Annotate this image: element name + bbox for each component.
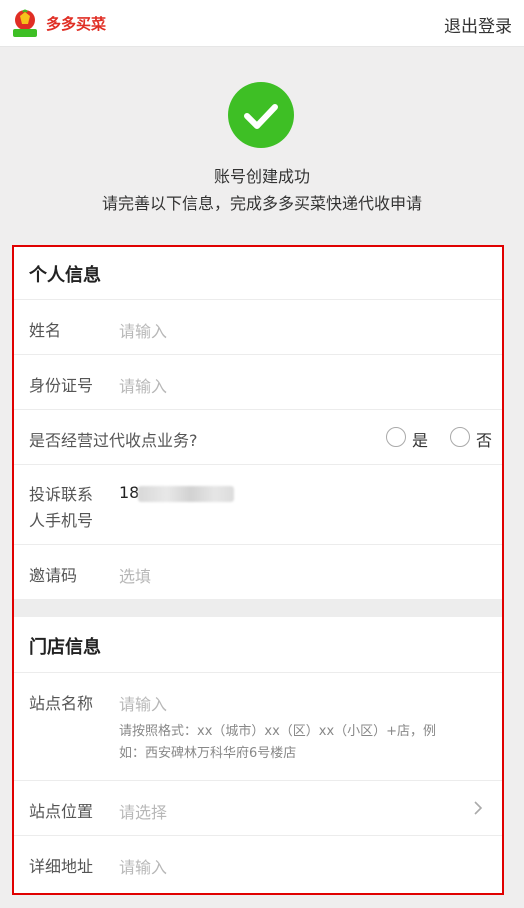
id-number-input[interactable]: 请输入: [119, 373, 167, 397]
divider: [14, 464, 502, 465]
site-name-hint-line2: 如：西安碑林万科华府6号楼店: [119, 746, 297, 761]
address-label: 详细地址: [29, 857, 94, 876]
invite-code-label: 邀请码: [29, 566, 78, 585]
personal-section-title: 个人信息: [29, 265, 101, 286]
success-check-icon: [228, 82, 294, 148]
site-location-select[interactable]: 请选择: [119, 799, 167, 823]
app-logo: 多多买菜: [10, 8, 106, 38]
site-name-hint: 请按照格式：xx（城市）xx（区）xx（小区）+店，例 如：西安碑林万科华府6号…: [119, 721, 491, 765]
top-bar: 多多买菜 退出登录: [0, 0, 524, 47]
complaint-phone-label-line1: 投诉联系: [29, 485, 94, 504]
agency-yes-radio[interactable]: [386, 427, 406, 447]
agency-question-label: 是否经营过代收点业务?: [29, 431, 198, 450]
agency-no-label[interactable]: 否: [476, 427, 492, 451]
chevron-right-icon[interactable]: [472, 800, 484, 816]
logo-text: 多多买菜: [46, 14, 107, 33]
success-title: 账号创建成功: [213, 167, 310, 186]
invite-code-input[interactable]: 选填: [119, 563, 151, 587]
logo-icon: [13, 9, 37, 37]
divider: [14, 354, 502, 355]
site-location-label: 站点位置: [29, 802, 94, 821]
name-input[interactable]: 请输入: [119, 318, 167, 342]
divider: [14, 835, 502, 836]
logout-button[interactable]: 退出登录: [444, 12, 512, 37]
divider: [14, 299, 502, 300]
complaint-phone-input[interactable]: 18: [119, 483, 139, 502]
section-separator: [14, 599, 502, 617]
application-form: 个人信息 姓名 请输入 身份证号 请输入 是否经营过代收点业务? 是 否 投诉联…: [12, 245, 504, 895]
id-number-label: 身份证号: [29, 376, 94, 395]
name-label: 姓名: [29, 321, 62, 340]
agency-no-radio[interactable]: [450, 427, 470, 447]
agency-yes-label[interactable]: 是: [412, 427, 428, 451]
divider: [14, 780, 502, 781]
success-subtitle: 请完善以下信息，完成多多买菜快递代收申请: [101, 194, 422, 213]
divider: [14, 544, 502, 545]
complaint-phone-label-line2: 人手机号: [29, 511, 94, 530]
divider: [14, 672, 502, 673]
site-name-hint-line1: 请按照格式：xx（城市）xx（区）xx（小区）+店，例: [119, 724, 437, 739]
divider: [14, 409, 502, 410]
address-input[interactable]: 请输入: [119, 854, 167, 878]
site-name-label: 站点名称: [29, 694, 94, 713]
site-name-input[interactable]: 请输入: [119, 691, 167, 715]
phone-redacted-mask: [138, 486, 234, 502]
store-section-title: 门店信息: [29, 637, 101, 658]
